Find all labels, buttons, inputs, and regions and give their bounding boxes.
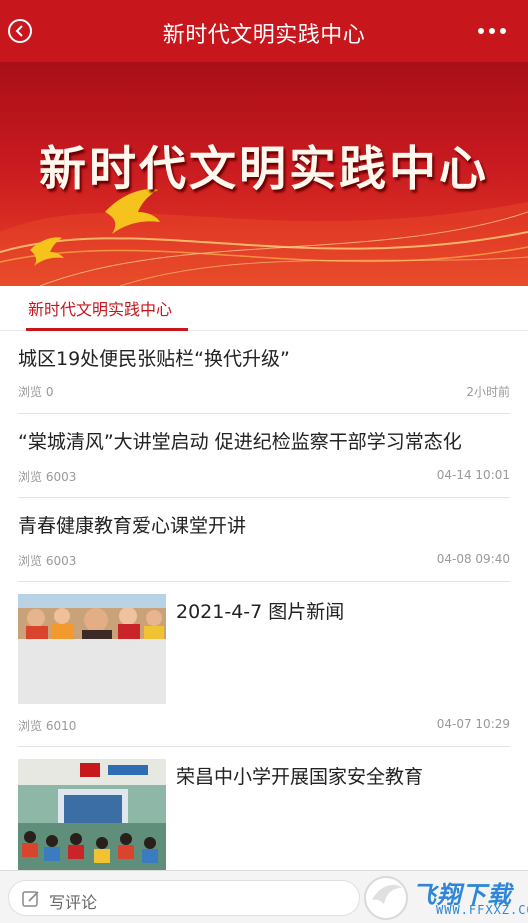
watermark-url: WWW.FFXXZ.COM (436, 903, 528, 917)
top-bar: 新时代文明实践中心 (0, 0, 528, 62)
news-title: 荣昌中小学开展国家安全教育 (176, 766, 424, 788)
news-title: 2021-4-7 图片新闻 (176, 601, 345, 623)
news-time: 04-08 09:40 (436, 552, 510, 566)
news-item[interactable]: “棠城清风”大讲堂启动 促进纪检监察干部学习常态化 浏览 6003 04-14 … (18, 414, 510, 498)
page-title: 新时代文明实践中心 (162, 23, 366, 48)
tab-practice-center[interactable]: 新时代文明实践中心 (28, 296, 172, 320)
news-title: “棠城清风”大讲堂启动 促进纪检监察干部学习常态化 (18, 431, 462, 453)
comment-placeholder: 写评论 (49, 893, 98, 912)
watermark: 飞翔下载 WWW.FFXXZ.COM (362, 873, 528, 923)
news-views: 浏览 6003 (18, 470, 77, 484)
news-title: 城区19处便民张贴栏“换代升级” (18, 348, 290, 370)
news-time: 04-14 10:01 (436, 468, 510, 482)
news-thumbnail (18, 759, 166, 870)
news-thumbnail (18, 594, 166, 704)
news-time: 04-07 10:29 (436, 717, 510, 731)
news-item[interactable]: 荣昌中小学开展国家安全教育 (18, 747, 510, 870)
news-title: 青春健康教育爱心课堂开讲 (18, 515, 247, 537)
more-dots-icon (478, 28, 484, 34)
edit-icon (22, 891, 39, 907)
news-item[interactable]: 城区19处便民张贴栏“换代升级” 浏览 0 2小时前 (18, 331, 510, 414)
more-button[interactable] (478, 28, 506, 34)
classroom-photo (18, 594, 166, 704)
news-item[interactable]: 青春健康教育爱心课堂开讲 浏览 6003 04-08 09:40 (18, 498, 510, 582)
news-views: 浏览 6003 (18, 554, 77, 568)
news-item[interactable]: 2021-4-7 图片新闻 浏览 6010 04-07 10:29 (18, 582, 510, 747)
tab-bar: 新时代文明实践中心 (0, 286, 528, 331)
bottom-bar: 写评论 飞翔下载 WWW.FFXXZ.COM (0, 870, 528, 923)
comment-input[interactable]: 写评论 (8, 880, 360, 916)
news-views: 浏览 0 (18, 385, 54, 399)
banner: 新时代文明实践中心 (0, 62, 528, 286)
watermark-logo-icon (364, 876, 408, 920)
news-time: 2小时前 (466, 385, 510, 399)
banner-title: 新时代文明实践中心 (39, 142, 489, 197)
classroom-photo (18, 759, 166, 870)
news-views: 浏览 6010 (18, 719, 77, 733)
